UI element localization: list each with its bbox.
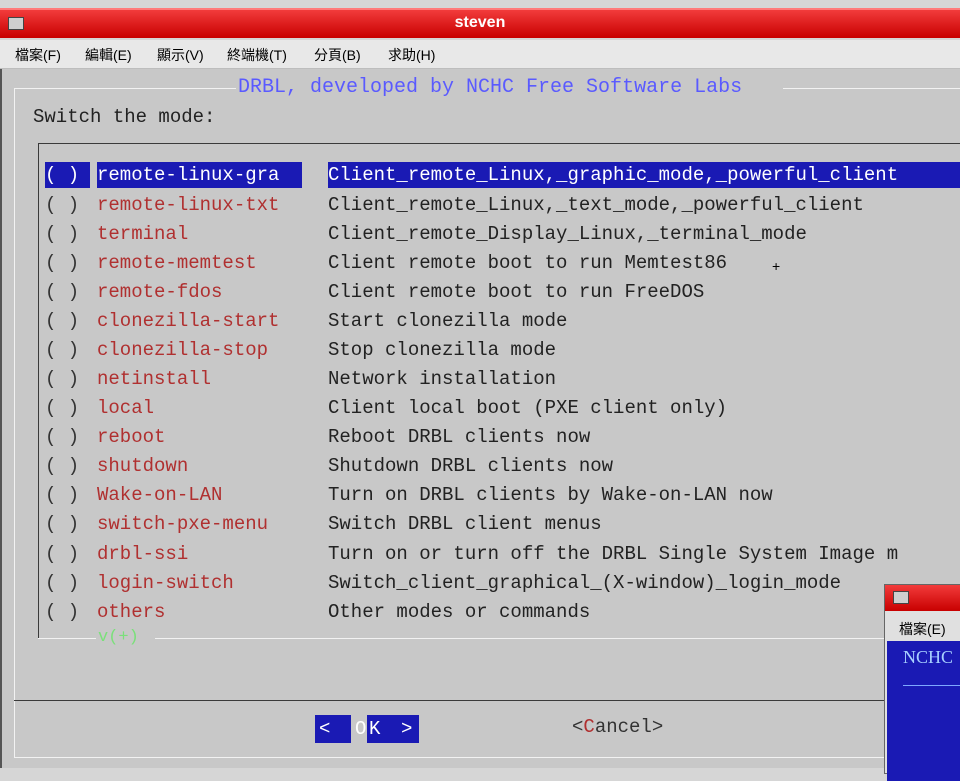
ok-hotkey: O bbox=[355, 715, 367, 743]
item-description: Client_remote_Linux,_graphic_mode,_power… bbox=[328, 162, 960, 188]
item-tag: drbl-ssi bbox=[97, 543, 189, 565]
radio-button[interactable]: ( ) bbox=[45, 221, 91, 247]
item-tag: clonezilla-start bbox=[97, 310, 280, 332]
menu-file[interactable]: 檔案(F) bbox=[15, 45, 61, 65]
second-window-titlebar[interactable] bbox=[885, 585, 960, 611]
dialog-border-bottom bbox=[14, 757, 960, 758]
item-tag: netinstall bbox=[97, 368, 212, 390]
item-tag: remote-linux-gra bbox=[97, 162, 302, 188]
list-border-left bbox=[38, 143, 39, 638]
menu-edit[interactable]: 編輯(E) bbox=[85, 45, 132, 65]
cancel-label: ancel bbox=[594, 716, 652, 738]
cancel-hotkey: C bbox=[583, 716, 595, 738]
item-description: Start clonezilla mode bbox=[328, 310, 568, 332]
button-separator bbox=[14, 700, 960, 701]
item-description: Turn on or turn off the DRBL Single Syst… bbox=[328, 543, 899, 565]
item-tag: others bbox=[97, 601, 166, 623]
item-description: Switch DRBL client menus bbox=[328, 513, 602, 535]
dialog-border-left bbox=[14, 88, 15, 758]
radio-button[interactable]: ( ) bbox=[45, 337, 91, 363]
more-indicator: v(+) bbox=[98, 628, 139, 647]
ok-right-bracket: > bbox=[401, 718, 413, 740]
item-tag: remote-linux-txt bbox=[97, 194, 280, 216]
radio-button[interactable]: ( ) bbox=[45, 366, 91, 392]
ok-left-bracket: < bbox=[315, 715, 351, 743]
item-tag: remote-fdos bbox=[97, 281, 223, 303]
item-tag: switch-pxe-menu bbox=[97, 513, 269, 535]
radio-button[interactable]: ( ) bbox=[45, 279, 91, 305]
item-tag: login-switch bbox=[97, 572, 234, 594]
item-description: Switch_client_graphical_(X-window)_login… bbox=[328, 572, 842, 594]
cancel-left-bracket: < bbox=[572, 716, 584, 738]
menu-help[interactable]: 求助(H) bbox=[388, 45, 435, 65]
item-description: Client local boot (PXE client only) bbox=[328, 397, 728, 419]
radio-button[interactable]: ( ) bbox=[45, 570, 91, 596]
second-window-menu-icon[interactable] bbox=[893, 591, 909, 604]
item-description: Shutdown DRBL clients now bbox=[328, 455, 614, 477]
item-description: Network installation bbox=[328, 368, 557, 390]
menu-terminal[interactable]: 終端機(T) bbox=[227, 45, 287, 65]
radio-button[interactable]: ( ) bbox=[45, 395, 91, 421]
dialog-border-top-left bbox=[14, 88, 236, 89]
item-description: Client remote boot to run FreeDOS bbox=[328, 281, 705, 303]
second-window-line bbox=[903, 685, 960, 686]
item-description: Client_remote_Display_Linux,_terminal_mo… bbox=[328, 223, 807, 245]
item-tag: terminal bbox=[97, 223, 189, 245]
radio-button[interactable]: ( ) bbox=[45, 162, 90, 188]
window-titlebar[interactable]: steven bbox=[0, 8, 960, 38]
item-tag: remote-memtest bbox=[97, 252, 257, 274]
cancel-button[interactable]: <Cancel> bbox=[572, 716, 663, 738]
dialog-prompt: Switch the mode: bbox=[33, 106, 216, 128]
item-tag: local bbox=[97, 397, 155, 419]
list-border-bottom-left bbox=[38, 638, 96, 639]
list-border-bottom-right bbox=[155, 638, 960, 639]
radio-button[interactable]: ( ) bbox=[45, 250, 91, 276]
list-border-top bbox=[38, 143, 960, 144]
item-description: Stop clonezilla mode bbox=[328, 339, 557, 361]
item-tag: shutdown bbox=[97, 455, 189, 477]
item-description: Reboot DRBL clients now bbox=[328, 426, 591, 448]
radio-button[interactable]: ( ) bbox=[45, 424, 91, 450]
menu-view[interactable]: 顯示(V) bbox=[157, 45, 204, 65]
item-tag: reboot bbox=[97, 426, 166, 448]
item-description: Client_remote_Linux,_text_mode,_powerful… bbox=[328, 194, 864, 216]
dialog-title: DRBL, developed by NCHC Free Software La… bbox=[238, 76, 743, 99]
item-description: Client remote boot to run Memtest86 bbox=[328, 252, 728, 274]
menu-bar: 檔案(F) 編輯(E) 顯示(V) 終端機(T) 分頁(B) 求助(H) bbox=[0, 40, 960, 69]
second-terminal-window[interactable]: 檔案(E) NCHC bbox=[884, 584, 960, 781]
item-tag: Wake-on-LAN bbox=[97, 484, 223, 506]
menu-tabs[interactable]: 分頁(B) bbox=[314, 45, 361, 65]
second-window-text: NCHC bbox=[903, 647, 954, 667]
radio-button[interactable]: ( ) bbox=[45, 541, 91, 567]
radio-button[interactable]: ( ) bbox=[45, 308, 91, 334]
dialog-border-top-right bbox=[783, 88, 960, 89]
radio-button[interactable]: ( ) bbox=[45, 511, 91, 537]
radio-button[interactable]: ( ) bbox=[45, 482, 91, 508]
mouse-cursor-icon: + bbox=[772, 258, 781, 274]
cancel-right-bracket: > bbox=[651, 716, 664, 738]
radio-button[interactable]: ( ) bbox=[45, 192, 91, 218]
window-title: steven bbox=[454, 14, 506, 31]
item-tag: clonezilla-stop bbox=[97, 339, 269, 361]
radio-button[interactable]: ( ) bbox=[45, 453, 91, 479]
item-description: Turn on DRBL clients by Wake-on-LAN now bbox=[328, 484, 773, 506]
second-window-menu-file[interactable]: 檔案(E) bbox=[899, 619, 946, 639]
item-description: Other modes or commands bbox=[328, 601, 591, 623]
radio-button[interactable]: ( ) bbox=[45, 599, 91, 625]
